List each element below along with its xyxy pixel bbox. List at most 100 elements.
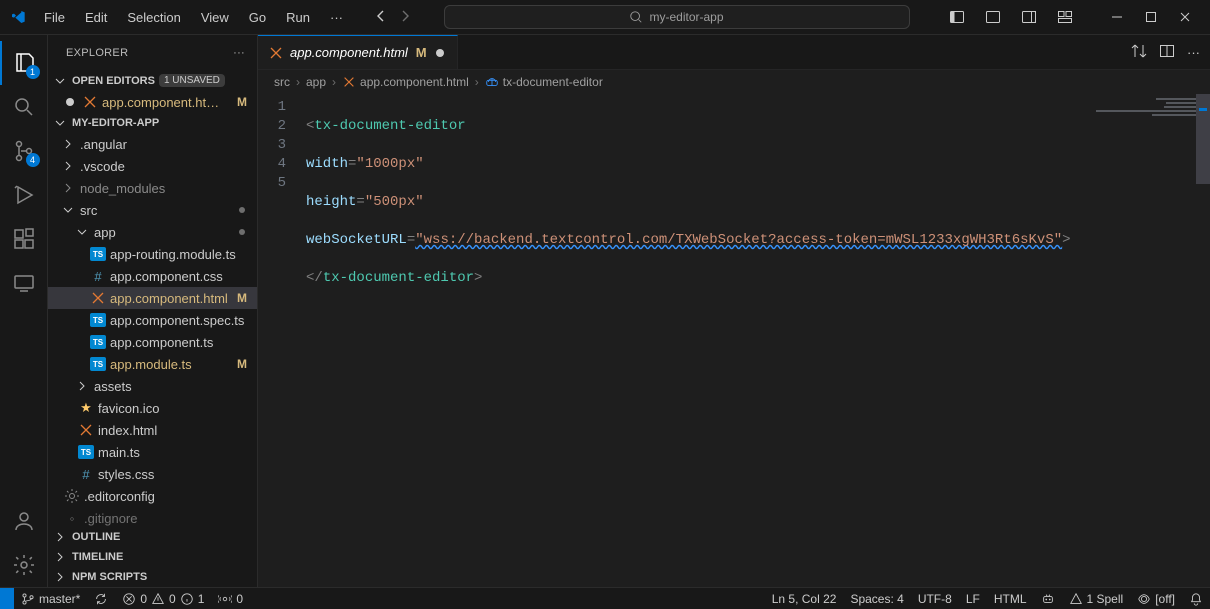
tab-label: app.component.html [290, 45, 408, 60]
cursor-position[interactable]: Ln 5, Col 22 [765, 588, 844, 609]
ts-file-icon: TS [90, 312, 106, 328]
git-branch[interactable]: master* [14, 588, 87, 609]
folder-node-modules[interactable]: node_modules [48, 177, 257, 199]
problems[interactable]: 0 0 1 [115, 588, 211, 609]
git-dirty-dot-icon [239, 207, 245, 213]
folder-src[interactable]: src [48, 199, 257, 221]
ports[interactable]: 0 [211, 588, 250, 609]
menu-more[interactable]: ··· [322, 6, 351, 29]
vscode-logo-icon [10, 9, 26, 25]
chevron-right-icon: › [296, 75, 300, 89]
tab-more-icon[interactable]: ··· [1187, 45, 1200, 60]
minimap[interactable] [1086, 94, 1196, 587]
window-close-icon[interactable] [1168, 3, 1202, 31]
html-file-icon [90, 290, 106, 306]
activity-extensions[interactable] [0, 217, 48, 261]
crumb-app[interactable]: app [306, 75, 326, 89]
indentation[interactable]: Spaces: 4 [843, 588, 910, 609]
file-app-module[interactable]: TS app.module.ts M [48, 353, 257, 375]
nav-forward-icon[interactable] [397, 8, 413, 27]
gear-icon [64, 488, 80, 504]
crumb-file[interactable]: app.component.html [342, 75, 469, 89]
menu-run[interactable]: Run [278, 6, 318, 29]
code-editor[interactable]: 1 2 3 4 5 <tx-document-editor width="100… [258, 94, 1210, 587]
file-app-ts[interactable]: TS app.component.ts [48, 331, 257, 353]
folder-app[interactable]: app [48, 221, 257, 243]
crumb-src[interactable]: src [274, 75, 290, 89]
activity-debug[interactable] [0, 173, 48, 217]
notifications[interactable] [1182, 588, 1210, 609]
symbol-object-icon [485, 75, 499, 89]
folder-assets[interactable]: assets [48, 375, 257, 397]
file-app-css[interactable]: # app.component.css [48, 265, 257, 287]
menu-file[interactable]: File [36, 6, 73, 29]
breadcrumb[interactable]: src › app › app.component.html › tx-docu… [258, 70, 1210, 94]
open-editor-item[interactable]: app.component.ht… M [48, 91, 257, 113]
copilot-status[interactable] [1034, 588, 1062, 609]
file-index[interactable]: index.html [48, 419, 257, 441]
section-timeline[interactable]: TIMELINE [48, 547, 257, 567]
remote-indicator[interactable] [0, 588, 14, 609]
activity-remote[interactable] [0, 261, 48, 305]
section-open-editors[interactable]: OPEN EDITORS 1 unsaved [48, 70, 257, 91]
customize-layout-icon[interactable] [1048, 3, 1082, 31]
activity-settings[interactable] [0, 543, 48, 587]
file-favicon[interactable]: ★ favicon.ico [48, 397, 257, 419]
workspace-label: MY-EDITOR-APP [72, 117, 159, 129]
file-editorconfig[interactable]: .editorconfig [48, 485, 257, 507]
compare-changes-icon[interactable] [1131, 43, 1147, 62]
sidebar-more-icon[interactable]: ··· [233, 47, 245, 59]
tab-modified-indicator: M [416, 45, 427, 60]
chevron-down-icon [52, 75, 68, 87]
tab-app-component-html[interactable]: app.component.html M [258, 35, 458, 69]
gitignore-file-icon: ◦ [64, 510, 80, 526]
chevron-right-icon [60, 138, 76, 150]
file-app-html[interactable]: app.component.html M [48, 287, 257, 309]
encoding[interactable]: UTF-8 [911, 588, 959, 609]
activity-search[interactable] [0, 85, 48, 129]
chevron-right-icon [60, 182, 76, 194]
activity-scm[interactable]: 4 [0, 129, 48, 173]
editor-area: app.component.html M ··· src › app › app… [258, 35, 1210, 587]
file-styles[interactable]: # styles.css [48, 463, 257, 485]
layout-sidebar-right-icon[interactable] [1012, 3, 1046, 31]
file-app-spec[interactable]: TS app.component.spec.ts [48, 309, 257, 331]
menu-selection[interactable]: Selection [119, 6, 188, 29]
chevron-right-icon: › [475, 75, 479, 89]
chevron-right-icon [74, 380, 90, 392]
menu-edit[interactable]: Edit [77, 6, 115, 29]
file-app-routing[interactable]: TS app-routing.module.ts [48, 243, 257, 265]
tab-unsaved-dot-icon[interactable] [433, 46, 447, 60]
activity-account[interactable] [0, 499, 48, 543]
language-mode[interactable]: HTML [987, 588, 1034, 609]
folder-angular[interactable]: .angular [48, 133, 257, 155]
split-editor-icon[interactable] [1159, 43, 1175, 62]
nav-back-icon[interactable] [373, 8, 389, 27]
menu-go[interactable]: Go [241, 6, 274, 29]
ts-file-icon: TS [78, 444, 94, 460]
folder-vscode[interactable]: .vscode [48, 155, 257, 177]
window-maximize-icon[interactable] [1134, 3, 1168, 31]
window-minimize-icon[interactable] [1100, 3, 1134, 31]
code-content[interactable]: <tx-document-editor width="1000px" heigh… [298, 94, 1210, 587]
scrollbar-overview[interactable] [1196, 94, 1210, 184]
tabbar: app.component.html M ··· [258, 35, 1210, 70]
file-main[interactable]: TS main.ts [48, 441, 257, 463]
statusbar: master* 0 0 1 0 Ln 5, Col 22 Spaces: 4 U… [0, 587, 1210, 609]
ts-file-icon: TS [90, 334, 106, 350]
command-center-search[interactable]: my-editor-app [444, 5, 910, 29]
git-sync[interactable] [87, 588, 115, 609]
crumb-symbol[interactable]: tx-document-editor [485, 75, 603, 89]
layout-sidebar-left-icon[interactable] [940, 3, 974, 31]
section-npm-scripts[interactable]: NPM SCRIPTS [48, 567, 257, 587]
menu-view[interactable]: View [193, 6, 237, 29]
activity-explorer[interactable]: 1 [0, 41, 48, 85]
section-workspace[interactable]: MY-EDITOR-APP [48, 113, 257, 133]
eol[interactable]: LF [959, 588, 987, 609]
explorer-badge: 1 [26, 65, 40, 79]
section-outline[interactable]: OUTLINE [48, 527, 257, 547]
layout-panel-icon[interactable] [976, 3, 1010, 31]
screencast-mode[interactable]: [off] [1130, 588, 1182, 609]
spell-check[interactable]: 1 Spell [1062, 588, 1131, 609]
file-gitignore[interactable]: ◦ .gitignore [48, 507, 257, 527]
